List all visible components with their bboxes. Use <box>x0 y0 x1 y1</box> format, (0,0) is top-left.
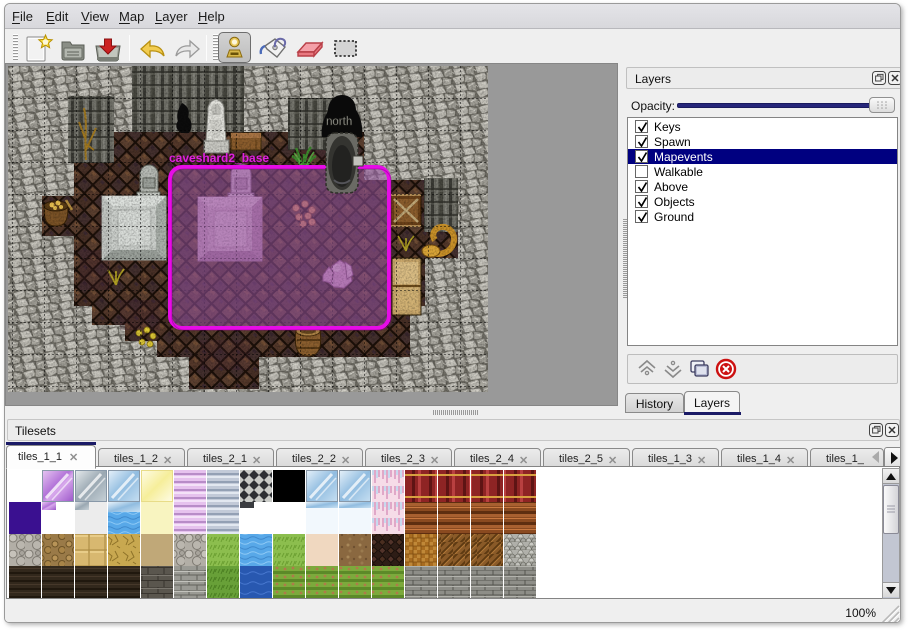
svg-text:caveshard2_base: caveshard2_base <box>169 151 269 165</box>
svg-text:north: north <box>326 116 352 128</box>
